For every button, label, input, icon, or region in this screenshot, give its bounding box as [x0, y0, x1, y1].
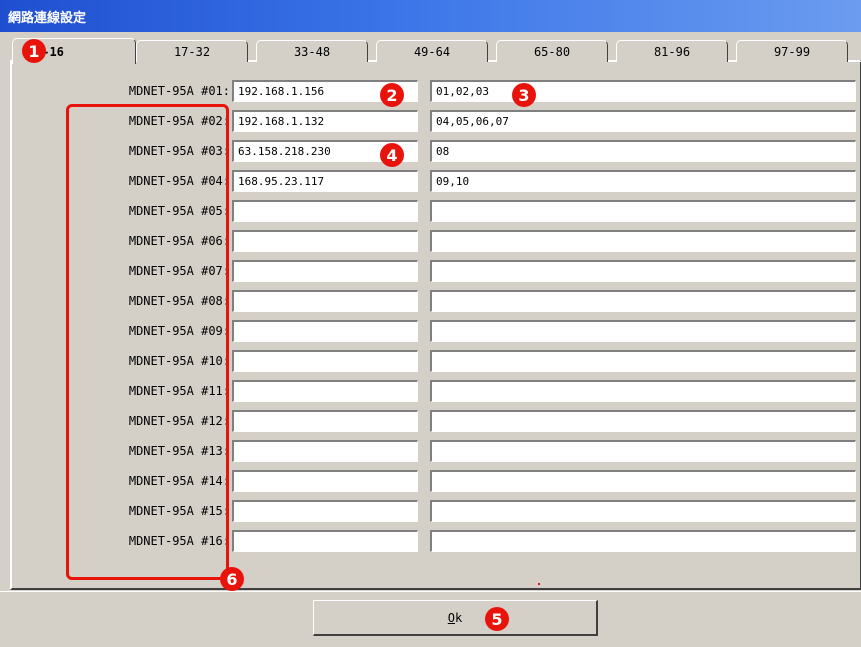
channels-field[interactable] — [430, 470, 856, 492]
callout-1: 1 — [22, 39, 46, 63]
callout-6: 6 — [220, 567, 244, 591]
label-column-highlight — [66, 104, 229, 580]
channels-field[interactable] — [430, 350, 856, 372]
tab-bar: 1-16 17-32 33-48 49-64 65-80 81-96 97-99 — [10, 38, 861, 64]
ok-label-rest: k — [455, 610, 463, 625]
channels-field[interactable] — [430, 410, 856, 432]
ip-address-field[interactable] — [232, 320, 418, 342]
tab-33-48[interactable]: 33-48 — [256, 40, 368, 62]
channels-field[interactable] — [430, 140, 856, 162]
ip-address-field[interactable] — [232, 260, 418, 282]
marker-dot — [538, 583, 540, 585]
window-title: 網路連線設定 — [0, 0, 861, 32]
channels-field[interactable] — [430, 380, 856, 402]
channels-field[interactable] — [430, 320, 856, 342]
callout-5: 5 — [485, 607, 509, 631]
ip-address-field[interactable] — [232, 440, 418, 462]
channels-field[interactable] — [430, 80, 856, 102]
ip-address-field[interactable] — [232, 410, 418, 432]
ip-address-field[interactable] — [232, 500, 418, 522]
ip-address-field[interactable] — [232, 470, 418, 492]
ip-address-field[interactable] — [232, 290, 418, 312]
channels-field[interactable] — [430, 200, 856, 222]
ip-address-field[interactable] — [232, 200, 418, 222]
tab-17-32[interactable]: 17-32 — [136, 40, 248, 62]
ok-button[interactable]: Ok — [313, 600, 598, 636]
channels-field[interactable] — [430, 440, 856, 462]
callout-2: 2 — [380, 83, 404, 107]
channels-field[interactable] — [430, 110, 856, 132]
footer-divider — [0, 591, 861, 592]
device-label: MDNET-95A #01: — [128, 84, 230, 98]
tab-49-64[interactable]: 49-64 — [376, 40, 488, 62]
channels-field[interactable] — [430, 530, 856, 552]
callout-4: 4 — [380, 143, 404, 167]
ip-address-field[interactable] — [232, 170, 418, 192]
channels-field[interactable] — [430, 260, 856, 282]
ip-address-field[interactable] — [232, 380, 418, 402]
tab-65-80[interactable]: 65-80 — [496, 40, 608, 62]
channels-field[interactable] — [430, 170, 856, 192]
ip-address-field[interactable] — [232, 110, 418, 132]
ip-address-field[interactable] — [232, 530, 418, 552]
channels-field[interactable] — [430, 290, 856, 312]
tab-97-99[interactable]: 97-99 — [736, 40, 848, 62]
ip-address-field[interactable] — [232, 350, 418, 372]
ip-address-field[interactable] — [232, 230, 418, 252]
channels-field[interactable] — [430, 500, 856, 522]
tab-81-96[interactable]: 81-96 — [616, 40, 728, 62]
callout-3: 3 — [512, 83, 536, 107]
channels-field[interactable] — [430, 230, 856, 252]
ok-mnemonic: O — [447, 610, 455, 625]
